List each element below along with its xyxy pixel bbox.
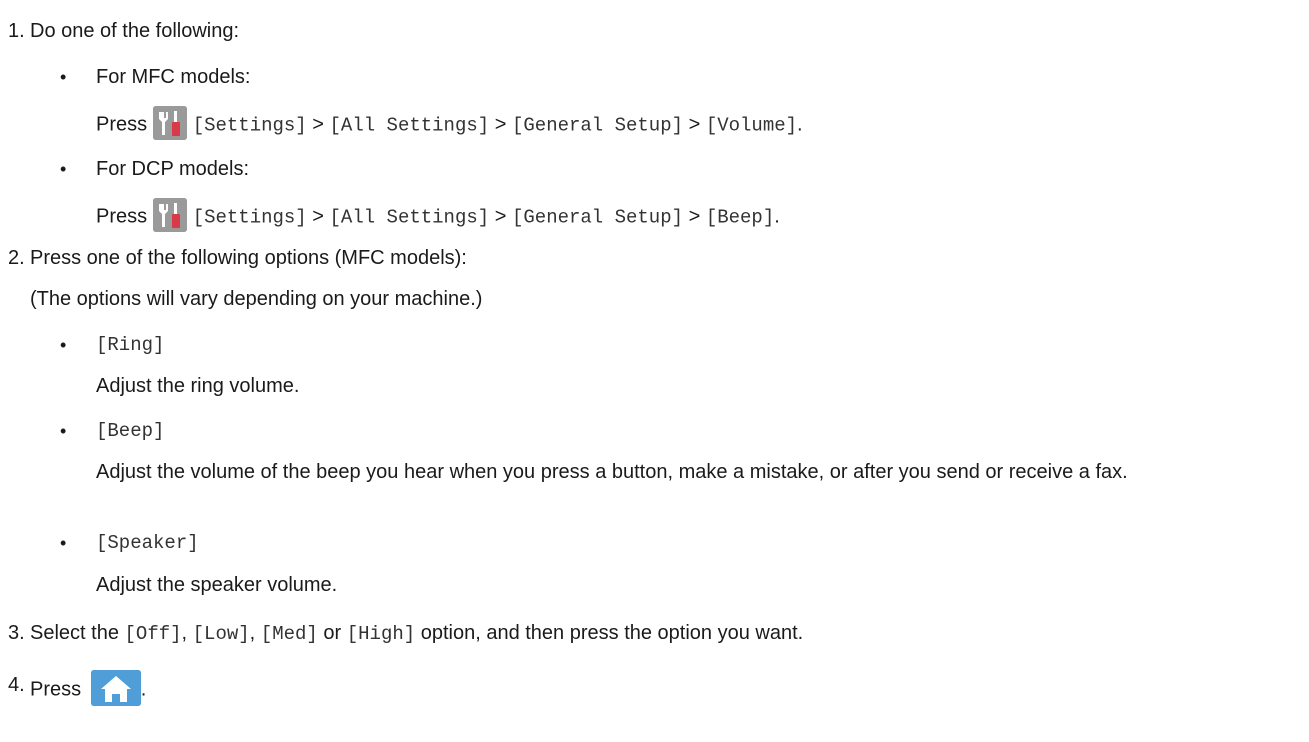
option-desc: Adjust the ring volume.	[96, 375, 300, 397]
press-label: Press	[30, 678, 82, 701]
settings-icon	[152, 198, 187, 232]
high-option: [High]	[346, 623, 416, 645]
volume-text: [Volume]	[705, 114, 798, 137]
step-number: 3.	[8, 622, 25, 644]
settings-text: [Settings]	[192, 206, 307, 229]
option-desc: Adjust the volume of the beep you hear w…	[96, 461, 1128, 483]
separator: >	[688, 205, 701, 228]
settings-text: [Settings]	[192, 114, 307, 137]
option-label: [Speaker]	[96, 532, 199, 554]
low-option: [Low]	[192, 623, 250, 645]
step-note: (The options will vary depending on your…	[30, 288, 483, 310]
step-text: Press one of the following options (MFC …	[30, 247, 467, 269]
step-3-pre: Select the	[30, 622, 119, 644]
bullet: •	[60, 67, 67, 87]
comma: ,	[249, 622, 256, 644]
separator: >	[494, 113, 507, 136]
step-text: Do one of the following:	[30, 20, 240, 42]
all-settings-text: [All Settings]	[329, 114, 490, 137]
home-icon	[90, 670, 141, 706]
dcp-heading: For DCP models:	[96, 158, 250, 180]
all-settings-text: [All Settings]	[329, 206, 490, 229]
bullet: •	[60, 335, 67, 355]
off-option: [Off]	[124, 623, 182, 645]
bullet: •	[60, 533, 67, 553]
press-label: Press	[96, 205, 148, 228]
separator: >	[312, 205, 324, 228]
or-word: or	[323, 622, 342, 644]
period: .	[774, 205, 780, 228]
option-label: [Ring]	[96, 334, 165, 356]
step-number: 2.	[8, 247, 25, 269]
option-label: [Beep]	[96, 420, 165, 442]
med-option: [Med]	[260, 623, 318, 645]
period: .	[797, 113, 803, 136]
step-3-post: option, and then press the option you wa…	[420, 622, 804, 644]
separator: >	[494, 205, 507, 228]
general-setup-text: [General Setup]	[511, 114, 684, 137]
step-number: 4.	[8, 674, 25, 696]
beep-text: [Beep]	[705, 206, 775, 229]
mfc-heading: For MFC models:	[96, 66, 251, 88]
press-label: Press	[96, 113, 148, 136]
bullet: •	[60, 159, 67, 179]
period: .	[140, 678, 147, 701]
separator: >	[312, 113, 324, 136]
bullet: •	[60, 421, 67, 441]
step-number: 1.	[8, 20, 25, 42]
comma: ,	[181, 622, 188, 644]
option-desc: Adjust the speaker volume.	[96, 574, 338, 596]
settings-icon	[152, 106, 187, 140]
separator: >	[688, 113, 701, 136]
general-setup-text: [General Setup]	[511, 206, 684, 229]
